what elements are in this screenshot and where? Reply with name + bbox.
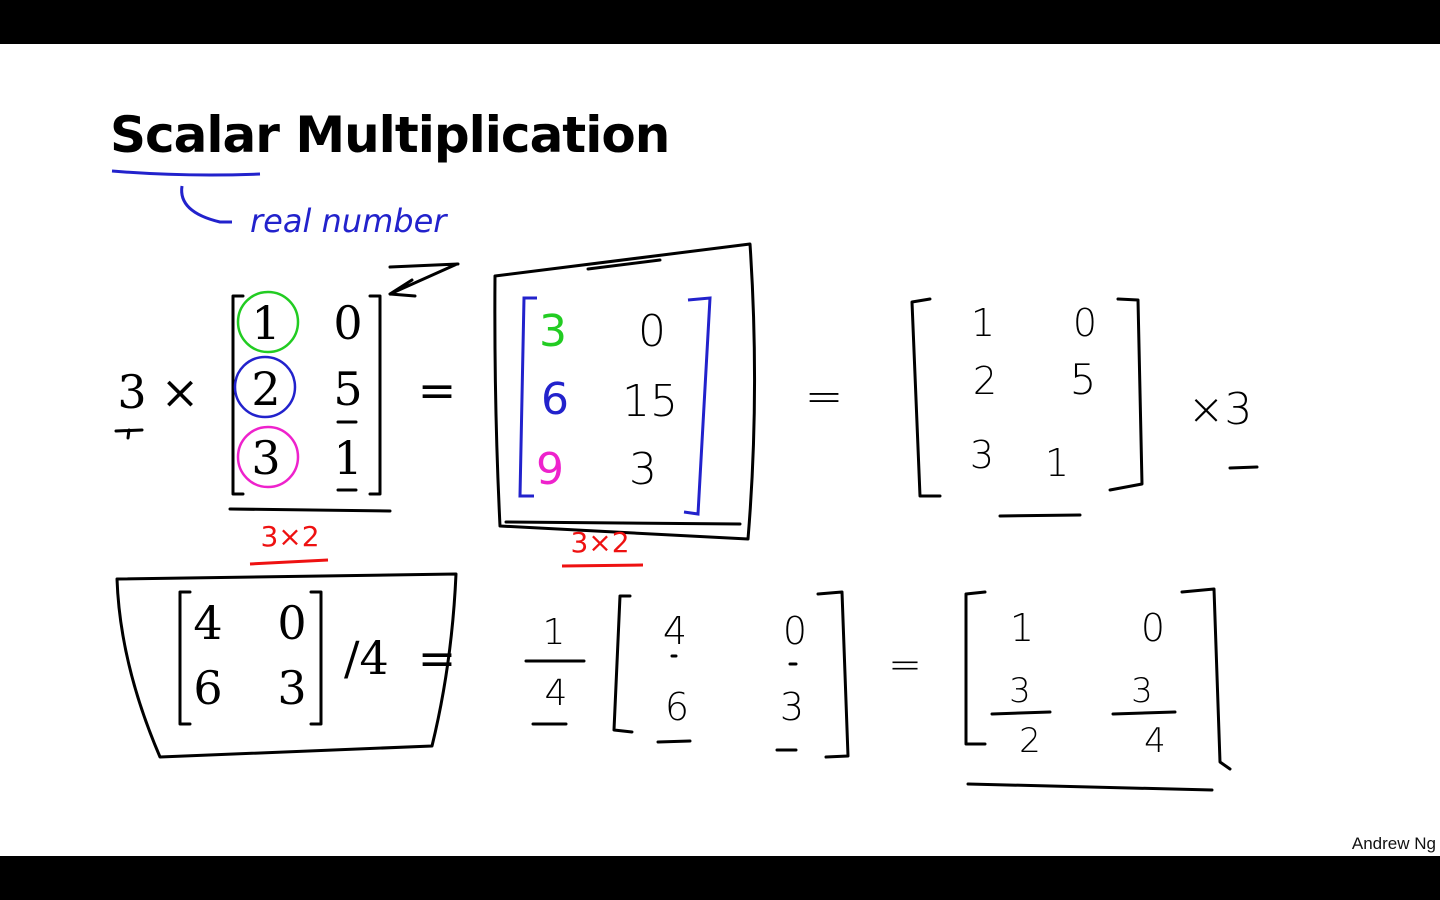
r-r1c2: 0: [638, 306, 666, 357]
m6-right-bracket: [1180, 587, 1232, 771]
m4-left-bracket: [178, 590, 192, 726]
slide: Scalar Multiplication real number 3 × 1 …: [0, 44, 1440, 856]
title-underline: [111, 169, 261, 177]
m3-r1c2: 0: [1073, 301, 1097, 345]
m1-r2c2: 5: [333, 362, 362, 416]
ex2-divide: /4: [344, 631, 389, 685]
m4-r1c2: 0: [277, 596, 306, 650]
m3-r3c2: 1: [1045, 441, 1069, 485]
ex1-equals: =: [418, 363, 457, 417]
author-credit: Andrew Ng: [1351, 834, 1436, 853]
ex2-equals: =: [418, 631, 457, 685]
r-r3c2: 3: [629, 444, 657, 495]
scalar-mark: [114, 428, 144, 440]
m5-r2c2: 3: [780, 685, 804, 729]
matrix1-underline: [228, 507, 392, 513]
matrix1-right-bracket: [368, 294, 382, 496]
dim2-underline: [561, 563, 644, 568]
result-box-stroke: [586, 258, 662, 271]
m6-left-bracket: [964, 590, 987, 746]
m3-r2c2: 5: [1070, 355, 1097, 404]
m5-r1c2: 0: [783, 609, 807, 653]
r-r1c1: 3: [539, 306, 567, 357]
pointer-arrow: [388, 262, 460, 298]
m6-r2c2-bar: [1111, 710, 1177, 716]
m4-r2c1: 6: [193, 661, 222, 715]
m4-r1c1: 4: [193, 596, 222, 650]
m5-r2c1: 6: [665, 685, 689, 729]
ex1-times-scalar: ×3: [1188, 384, 1253, 435]
m6-r1c1: 1: [1010, 606, 1034, 650]
whiteboard: real number 3 × 1 0 2 5 3 1 3×2 = 3 0 6 …: [111, 169, 1259, 792]
m5-left-bracket: [612, 594, 634, 734]
m6-r2c1-den: 2: [1019, 721, 1041, 761]
m4-right-bracket: [309, 590, 323, 726]
m6-r2c2-num: 3: [1131, 671, 1153, 711]
r-r2c2: 15: [622, 376, 678, 427]
m5-right-bracket: [816, 590, 850, 759]
m3-r3c1: 3: [970, 433, 994, 477]
m5-r1c1: 4: [663, 609, 687, 653]
ex1-dim: 3×2: [260, 520, 319, 553]
matrix3-underline: [998, 513, 1082, 518]
ex1-times: ×: [161, 365, 200, 419]
matrix3-left-bracket: [910, 297, 942, 498]
m6-r2c1-bar: [990, 710, 1052, 716]
frac-den: 4: [545, 673, 568, 714]
m3-r1c1: 1: [971, 301, 995, 345]
times-scalar-underline: [1228, 465, 1259, 470]
result-left-bracket: [518, 296, 537, 498]
m3-r2c1: 2: [973, 359, 997, 403]
m1-r3c2: 1: [333, 431, 362, 485]
result-box-stroke2: [504, 520, 742, 526]
m1-r3c1: 3: [251, 431, 280, 485]
dim1-underline: [249, 558, 329, 566]
real-number-note: real number: [250, 202, 448, 240]
ex1-result-dim: 3×2: [570, 526, 629, 559]
ex2-equals2: =: [888, 642, 922, 688]
r-r2c1: 6: [541, 374, 569, 425]
frac-num: 1: [543, 612, 566, 653]
m6-r2c2-den: 4: [1144, 721, 1166, 761]
m1-r1c2: 0: [333, 296, 362, 350]
note-pointer: [180, 185, 232, 224]
m6-underline: [966, 782, 1214, 792]
matrix3-right-bracket: [1108, 297, 1144, 492]
m1-r2c1: 2: [251, 362, 280, 416]
m6-r2c1-num: 3: [1009, 671, 1031, 711]
r-r3c1: 9: [536, 444, 564, 495]
m6-r1c2: 0: [1141, 606, 1165, 650]
result-right-bracket: [683, 296, 712, 516]
m1-r1c1: 1: [251, 296, 280, 350]
m4-r2c2: 3: [277, 661, 306, 715]
ex1-scalar: 3: [117, 365, 146, 419]
ex1-equals2: =: [805, 369, 844, 423]
